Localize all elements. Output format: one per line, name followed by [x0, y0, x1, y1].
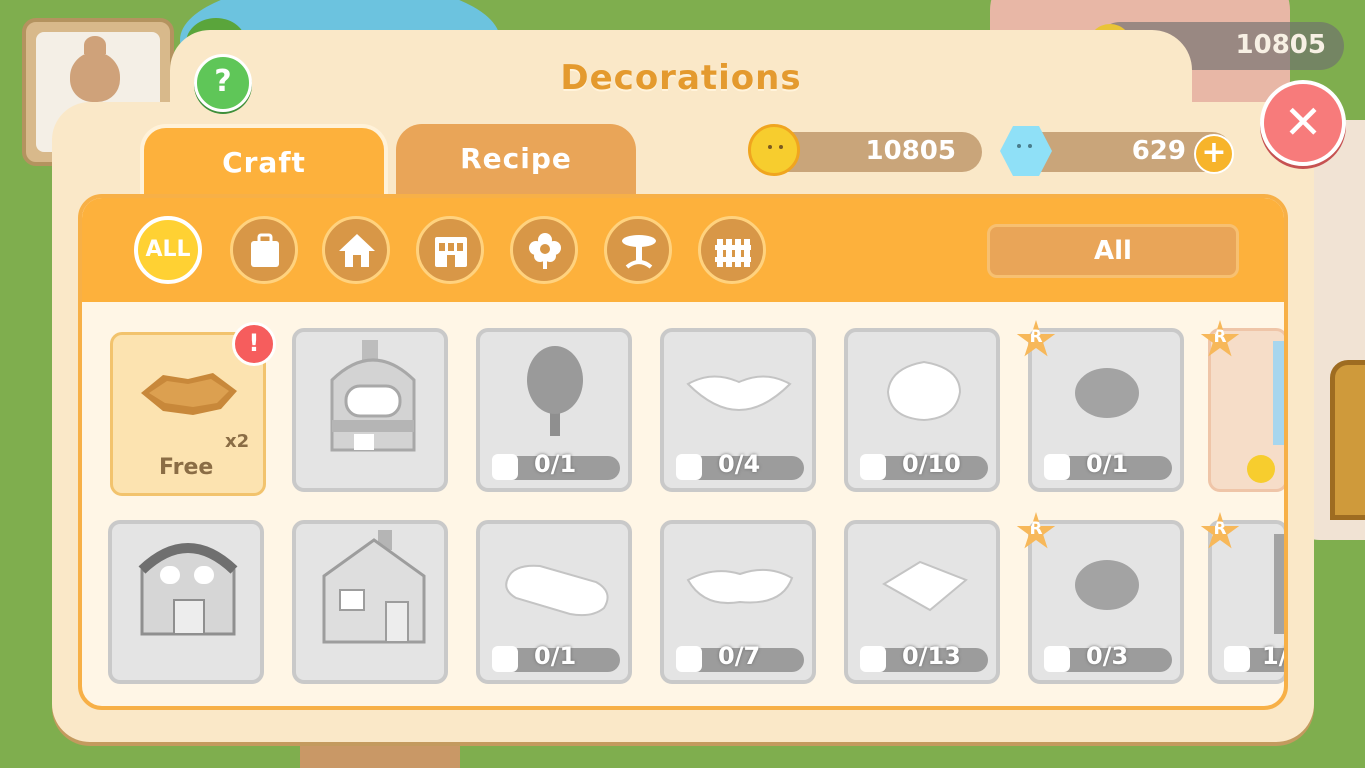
material-icon — [1224, 646, 1250, 672]
progress-text: 0/10 — [902, 450, 961, 478]
new-item-alert: ! — [232, 322, 276, 366]
house-door — [1330, 360, 1365, 520]
hud-gold-value: 10805 — [1235, 30, 1326, 60]
material-icon — [676, 646, 702, 672]
tree-icon — [527, 346, 583, 436]
luggage-icon — [251, 233, 279, 267]
diamond-tile-icon — [882, 560, 968, 612]
item-card-leaf-tile[interactable]: 0/10 — [844, 328, 1000, 492]
material-icon — [860, 454, 886, 480]
post-icon — [1274, 534, 1284, 634]
material-icon — [860, 646, 886, 672]
item-card-bush[interactable]: 0/3 — [1028, 520, 1184, 684]
fence-icon — [715, 239, 751, 267]
category-luggage-button[interactable] — [230, 216, 298, 284]
craft-progress: 0/13 — [860, 642, 988, 672]
add-gems-button[interactable]: + — [1194, 134, 1234, 174]
shop-icon — [435, 237, 467, 267]
item-card-wave-tile[interactable]: 0/7 — [660, 520, 816, 684]
material-icon — [1044, 646, 1070, 672]
category-filter-bar: ALL All — [82, 198, 1284, 302]
material-icon — [492, 646, 518, 672]
progress-text: 0/4 — [718, 450, 761, 478]
bakery-icon — [330, 340, 416, 452]
progress-text: 0/7 — [718, 642, 761, 670]
item-card-tree[interactable]: 0/1 — [476, 328, 632, 492]
free-label: Free — [159, 455, 214, 480]
progress-text: 1/ — [1262, 642, 1288, 670]
craft-progress: 0/4 — [676, 450, 804, 480]
gem-value: 629 — [1131, 136, 1186, 166]
close-button[interactable]: ✕ — [1260, 80, 1346, 166]
craft-progress: 0/1 — [492, 642, 620, 672]
barn-icon — [138, 543, 238, 636]
item-card-oval-tile[interactable]: 0/1 — [476, 520, 632, 684]
flower-icon — [529, 233, 561, 269]
progress-text: 0/3 — [1086, 642, 1129, 670]
progress-text: 0/13 — [902, 642, 961, 670]
item-card-bush[interactable]: 0/1 — [1028, 328, 1184, 492]
oval-tile-icon — [505, 564, 609, 617]
item-card-bakery[interactable] — [292, 328, 448, 492]
category-table-button[interactable] — [604, 216, 672, 284]
house-icon — [339, 234, 375, 267]
material-icon — [1044, 454, 1070, 480]
category-shop-button[interactable] — [416, 216, 484, 284]
item-card-post[interactable]: 1/ — [1208, 520, 1284, 684]
category-all-button[interactable]: ALL — [134, 216, 202, 284]
help-button[interactable]: ? — [194, 54, 252, 112]
craft-progress: 0/10 — [860, 450, 988, 480]
category-flower-button[interactable] — [510, 216, 578, 284]
category-fence-button[interactable] — [698, 216, 766, 284]
item-list-container: ALL All x2 Free ! 0/1 0/4 0/10 0/1 R R 0… — [78, 194, 1288, 710]
craft-progress: 0/3 — [1044, 642, 1172, 672]
progress-text: 0/1 — [534, 642, 577, 670]
craft-progress: 1/ — [1224, 642, 1284, 672]
material-icon — [676, 454, 702, 480]
cottage-icon — [322, 530, 426, 644]
bush-icon — [1075, 560, 1139, 610]
lips-tile-icon — [686, 375, 792, 412]
craft-progress: 0/7 — [676, 642, 804, 672]
craft-progress: 0/1 — [492, 450, 620, 480]
item-card-cottage[interactable] — [292, 520, 448, 684]
item-card-diamond-tile[interactable]: 0/13 — [844, 520, 1000, 684]
item-card-barn[interactable] — [108, 520, 264, 684]
progress-text: 0/1 — [534, 450, 577, 478]
craft-progress: 0/1 — [1044, 450, 1172, 480]
coin-icon — [1247, 455, 1275, 483]
progress-text: 0/1 — [1086, 450, 1129, 478]
gold-value: 10805 — [865, 136, 956, 166]
filter-dropdown[interactable]: All — [987, 224, 1239, 278]
table-icon — [622, 235, 656, 269]
tree-material-icon — [492, 454, 518, 480]
category-house-button[interactable] — [322, 216, 390, 284]
coin-icon — [748, 124, 800, 176]
panel-title: Decorations — [560, 58, 802, 98]
dirt-patch-icon — [141, 373, 237, 415]
item-card-lips-tile[interactable]: 0/4 — [660, 328, 816, 492]
item-quantity: x2 — [225, 431, 250, 452]
seed-bag-icon — [70, 36, 120, 102]
lamp-icon — [1273, 341, 1284, 445]
leaf-tile-icon — [886, 360, 962, 422]
bush-icon — [1075, 368, 1139, 418]
wave-tile-icon — [686, 568, 794, 604]
tab-recipe[interactable]: Recipe — [396, 124, 636, 202]
item-card-lamp[interactable] — [1208, 328, 1284, 492]
